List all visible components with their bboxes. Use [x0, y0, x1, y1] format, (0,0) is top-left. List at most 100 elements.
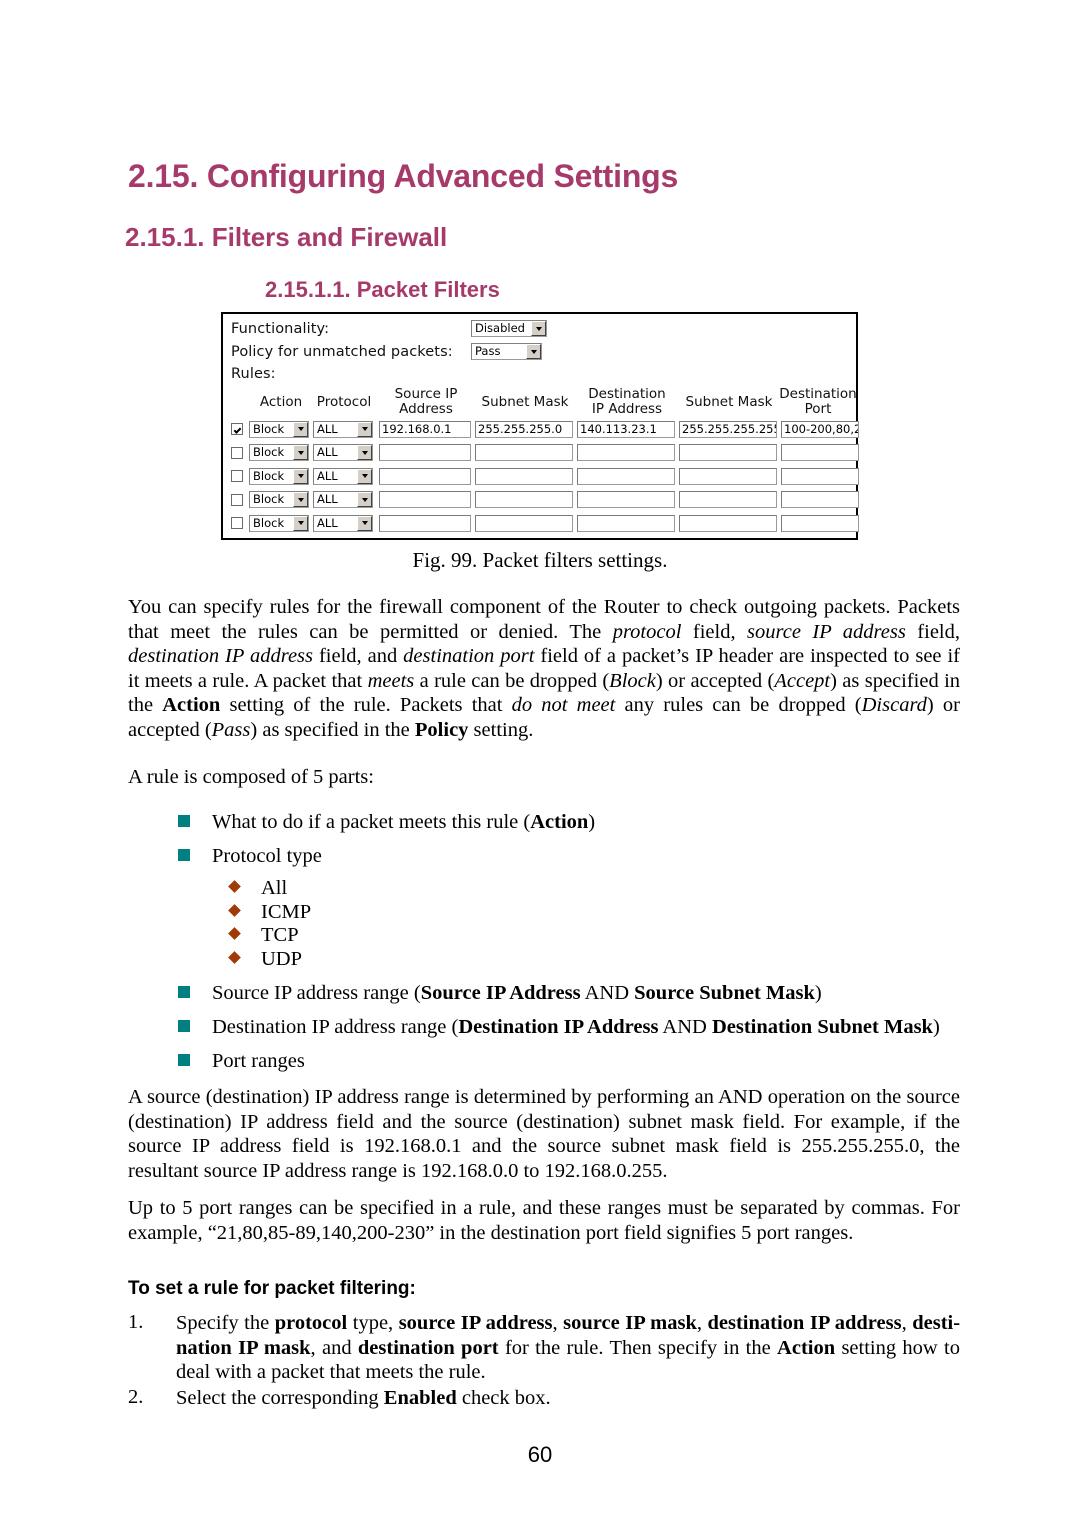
- action-select[interactable]: Block: [249, 420, 309, 438]
- dest-subnet-mask-input[interactable]: 255.255.255.255: [679, 420, 777, 438]
- rules-row: Rules:: [231, 366, 276, 382]
- chevron-down-icon: [531, 321, 546, 336]
- dest-subnet-mask-input[interactable]: [679, 514, 777, 532]
- policy-label: Policy for unmatched packets:: [231, 343, 453, 360]
- protocol-select[interactable]: ALL: [313, 420, 373, 438]
- functionality-select[interactable]: Disabled: [471, 320, 547, 337]
- diamond-bullet-icon: [228, 903, 241, 917]
- dest-ip-input[interactable]: [577, 491, 675, 508]
- dest-ip-input[interactable]: [577, 467, 675, 485]
- chevron-down-icon: [293, 445, 308, 460]
- bullet-source-ip-range: Source IP address range (Source IP Addre…: [212, 982, 822, 1004]
- square-bullet-icon: [178, 986, 190, 998]
- source-subnet-mask-input[interactable]: [475, 444, 573, 461]
- column-header-source-subnet-mask: Subnet Mask: [481, 394, 569, 410]
- square-bullet-icon: [178, 1054, 190, 1066]
- column-header-source-ip-line2: Address: [399, 401, 453, 417]
- protocol-select-value: ALL: [317, 515, 338, 530]
- enabled-checkbox[interactable]: [231, 446, 243, 459]
- column-header-dest-port-line1: Destination: [779, 386, 857, 402]
- step-1-number: 1.: [128, 1311, 144, 1333]
- table-row: Block ALL: [231, 489, 863, 511]
- dest-port-input[interactable]: 100-200,80,25,1: [781, 420, 859, 438]
- action-select-value: Block: [253, 421, 285, 436]
- table-row: Block ALL 192.168.0.1 255.255.255.0 140.113.…: [231, 418, 863, 440]
- protocol-type-udp: UDP: [261, 947, 303, 970]
- document-page: 2.15. Configuring Advanced Settings 2.15…: [0, 0, 1080, 1528]
- chevron-down-icon: [293, 515, 308, 531]
- source-subnet-mask-input[interactable]: [475, 514, 573, 532]
- functionality-row: Functionality: Disabled: [231, 320, 547, 337]
- chevron-down-icon: [526, 344, 541, 359]
- chevron-down-icon: [357, 515, 372, 531]
- chevron-down-icon: [293, 421, 308, 437]
- protocol-select[interactable]: ALL: [313, 444, 373, 461]
- page-title-heading-1: 2.15. Configuring Advanced Settings: [128, 158, 679, 194]
- protocol-select[interactable]: ALL: [313, 491, 373, 508]
- action-select-value: Block: [253, 445, 285, 459]
- column-header-dest-ip-line2: IP Address: [591, 401, 663, 417]
- square-bullet-icon: [178, 1020, 190, 1032]
- policy-row: Policy for unmatched packets: Pass: [231, 343, 542, 360]
- diamond-bullet-icon: [228, 950, 241, 964]
- step-2-number: 2.: [128, 1386, 144, 1408]
- action-select[interactable]: Block: [249, 491, 309, 508]
- dest-port-input[interactable]: [781, 467, 859, 485]
- packet-filters-figure: Functionality: Disabled Policy for unmat…: [221, 312, 859, 540]
- dest-subnet-mask-input[interactable]: [679, 467, 777, 485]
- chevron-down-icon: [357, 421, 372, 437]
- intro-paragraph: You can specify rules for the firewall c…: [128, 596, 961, 741]
- source-subnet-mask-input[interactable]: 255.255.255.0: [475, 420, 573, 438]
- step-2-text: Select the corresponding Enabled check b…: [176, 1387, 551, 1409]
- policy-select[interactable]: Pass: [471, 343, 542, 360]
- action-select-value: Block: [253, 468, 285, 483]
- column-header-protocol: Protocol: [316, 394, 372, 410]
- enabled-checkbox[interactable]: [231, 470, 243, 482]
- action-select[interactable]: Block: [249, 514, 309, 532]
- dest-ip-input[interactable]: [577, 444, 675, 461]
- square-bullet-icon: [178, 849, 190, 861]
- enabled-checkbox[interactable]: [231, 423, 243, 435]
- square-bullet-icon: [178, 815, 190, 827]
- and-operation-paragraph: A source (destination) IP address range …: [128, 1086, 960, 1182]
- bullet-protocol-type: Protocol type: [212, 845, 322, 867]
- dest-subnet-mask-input[interactable]: [679, 491, 777, 508]
- source-ip-input[interactable]: [379, 491, 471, 508]
- chevron-down-icon: [293, 468, 308, 484]
- enabled-checkbox[interactable]: [231, 493, 243, 506]
- protocol-type-tcp: TCP: [261, 924, 299, 946]
- protocol-select[interactable]: ALL: [313, 467, 373, 485]
- functionality-label: Functionality:: [231, 320, 330, 337]
- protocol-select[interactable]: ALL: [313, 514, 373, 532]
- action-select[interactable]: Block: [249, 467, 309, 485]
- dest-port-input[interactable]: [781, 491, 859, 508]
- procedure-heading: To set a rule for packet filtering:: [128, 1278, 416, 1299]
- diamond-bullet-icon: [228, 927, 241, 940]
- source-ip-input[interactable]: [379, 444, 471, 461]
- dest-port-input[interactable]: [781, 514, 859, 532]
- dest-subnet-mask-input[interactable]: [679, 444, 777, 461]
- dest-port-input[interactable]: [781, 444, 859, 461]
- dest-ip-input[interactable]: [577, 514, 675, 532]
- page-number: 60: [527, 1442, 553, 1467]
- action-select[interactable]: Block: [249, 444, 309, 461]
- source-subnet-mask-input[interactable]: [475, 491, 573, 508]
- bullet-port-ranges: Port ranges: [212, 1050, 305, 1072]
- step-1-text: Specify the protocol type, source IP add…: [176, 1312, 961, 1383]
- source-subnet-mask-input[interactable]: [475, 467, 573, 485]
- column-header-dest-ip-line1: Destination: [588, 386, 666, 402]
- port-ranges-paragraph: Up to 5 port ranges can be specified in …: [128, 1197, 960, 1244]
- source-ip-input[interactable]: [379, 514, 471, 532]
- chevron-down-icon: [293, 492, 308, 507]
- enabled-checkbox[interactable]: [231, 517, 243, 529]
- dest-ip-input[interactable]: 140.113.23.1: [577, 420, 675, 438]
- protocol-select-value: ALL: [317, 445, 338, 459]
- protocol-select-value: ALL: [317, 421, 338, 436]
- bullet-action: What to do if a packet meets this rule (…: [212, 811, 596, 833]
- protocol-type-icmp: ICMP: [261, 900, 312, 923]
- protocol-select-value: ALL: [317, 468, 338, 483]
- bullet-dest-ip-range: Destination IP address range (Destinatio…: [212, 1016, 940, 1038]
- protocol-type-all: All: [261, 877, 288, 899]
- source-ip-input[interactable]: 192.168.0.1: [379, 420, 471, 438]
- source-ip-input[interactable]: [379, 467, 471, 485]
